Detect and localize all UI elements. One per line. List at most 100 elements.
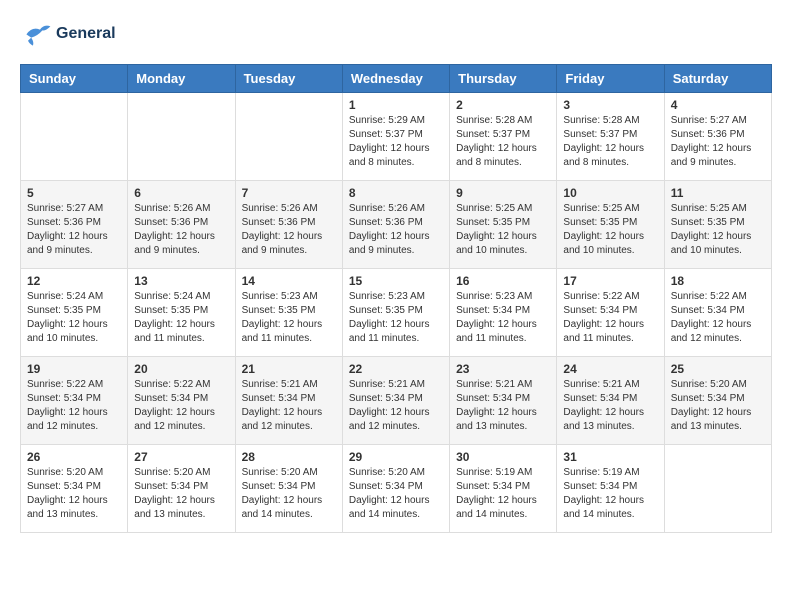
day-number: 4 [671,98,765,112]
day-info: Sunrise: 5:21 AM Sunset: 5:34 PM Dayligh… [242,378,336,434]
day-number: 2 [456,98,550,112]
day-info: Sunrise: 5:19 AM Sunset: 5:34 PM Dayligh… [456,466,550,522]
calendar-day-28: 28Sunrise: 5:20 AM Sunset: 5:34 PM Dayli… [235,445,342,533]
calendar-day-25: 25 Sunrise: 5:20 AM Sunset: 5:34 PM Dayli… [664,357,771,445]
calendar-day-4: 4 Sunrise: 5:27 AM Sunset: 5:36 PM Daylig… [664,93,771,181]
calendar-day-27: 27 Sunrise: 5:20 AM Sunset: 5:34 PM Dayli… [128,445,235,533]
day-info: Sunrise: 5:25 AM Sunset: 5:35 PM Dayligh… [456,202,550,258]
calendar-header: SundayMondayTuesdayWednesdayThursdayFrid… [21,65,772,93]
day-number: 9 [456,186,550,200]
calendar-week-row: 1 Sunrise: 5:29 AM Sunset: 5:37 PM Daylig… [21,93,772,181]
weekday-header-thursday: Thursday [450,65,557,93]
calendar-day-22: 22 Sunrise: 5:21 AM Sunset: 5:34 PM Dayli… [342,357,449,445]
day-info: Sunrise: 5:29 AM Sunset: 5:37 PM Dayligh… [349,114,443,170]
day-number: 6 [134,186,228,200]
day-number: 12 [27,274,121,288]
calendar-day-3: 3Sunrise: 5:28 AM Sunset: 5:37 PM Daylig… [557,93,664,181]
day-number: 7 [242,186,336,200]
calendar-day-7: 7 Sunrise: 5:26 AM Sunset: 5:36 PM Daylig… [235,181,342,269]
calendar-table: SundayMondayTuesdayWednesdayThursdayFrid… [20,64,772,533]
day-info: Sunrise: 5:26 AM Sunset: 5:36 PM Dayligh… [349,202,443,258]
calendar-day-2: 2 Sunrise: 5:28 AM Sunset: 5:37 PM Daylig… [450,93,557,181]
day-number: 8 [349,186,443,200]
day-info: Sunrise: 5:20 AM Sunset: 5:34 PM Dayligh… [671,378,765,434]
day-number: 11 [671,186,765,200]
page-header: General [20,20,772,48]
day-number: 17 [563,274,657,288]
day-info: Sunrise: 5:25 AM Sunset: 5:35 PM Dayligh… [671,202,765,258]
day-number: 16 [456,274,550,288]
calendar-body: 1 Sunrise: 5:29 AM Sunset: 5:37 PM Daylig… [21,93,772,533]
day-number: 1 [349,98,443,112]
day-number: 27 [134,450,228,464]
calendar-day-6: 6 Sunrise: 5:26 AM Sunset: 5:36 PM Daylig… [128,181,235,269]
weekday-header-monday: Monday [128,65,235,93]
calendar-day-19: 19 Sunrise: 5:22 AM Sunset: 5:34 PM Dayli… [21,357,128,445]
calendar-day-14: 14Sunrise: 5:23 AM Sunset: 5:35 PM Dayli… [235,269,342,357]
day-info: Sunrise: 5:20 AM Sunset: 5:34 PM Dayligh… [134,466,228,522]
day-info: Sunrise: 5:27 AM Sunset: 5:36 PM Dayligh… [671,114,765,170]
day-info: Sunrise: 5:25 AM Sunset: 5:35 PM Dayligh… [563,202,657,258]
calendar-day-8: 8 Sunrise: 5:26 AM Sunset: 5:36 PM Daylig… [342,181,449,269]
day-info: Sunrise: 5:28 AM Sunset: 5:37 PM Dayligh… [456,114,550,170]
calendar-week-row: 12 Sunrise: 5:24 AM Sunset: 5:35 PM Dayli… [21,269,772,357]
day-number: 21 [242,362,336,376]
day-number: 30 [456,450,550,464]
weekday-header-saturday: Saturday [664,65,771,93]
day-number: 24 [563,362,657,376]
day-info: Sunrise: 5:20 AM Sunset: 5:34 PM Dayligh… [349,466,443,522]
day-number: 10 [563,186,657,200]
day-info: Sunrise: 5:24 AM Sunset: 5:35 PM Dayligh… [134,290,228,346]
day-info: Sunrise: 5:26 AM Sunset: 5:36 PM Dayligh… [242,202,336,258]
calendar-week-row: 19 Sunrise: 5:22 AM Sunset: 5:34 PM Dayli… [21,357,772,445]
day-number: 31 [563,450,657,464]
calendar-day-13: 13 Sunrise: 5:24 AM Sunset: 5:35 PM Dayli… [128,269,235,357]
weekday-header-tuesday: Tuesday [235,65,342,93]
day-info: Sunrise: 5:21 AM Sunset: 5:34 PM Dayligh… [456,378,550,434]
calendar-empty-cell [235,93,342,181]
day-info: Sunrise: 5:22 AM Sunset: 5:34 PM Dayligh… [27,378,121,434]
calendar-day-9: 9 Sunrise: 5:25 AM Sunset: 5:35 PM Daylig… [450,181,557,269]
calendar-day-18: 18 Sunrise: 5:22 AM Sunset: 5:34 PM Dayli… [664,269,771,357]
day-info: Sunrise: 5:23 AM Sunset: 5:35 PM Dayligh… [349,290,443,346]
day-number: 20 [134,362,228,376]
calendar-day-21: 21 Sunrise: 5:21 AM Sunset: 5:34 PM Dayli… [235,357,342,445]
day-info: Sunrise: 5:27 AM Sunset: 5:36 PM Dayligh… [27,202,121,258]
day-info: Sunrise: 5:22 AM Sunset: 5:34 PM Dayligh… [134,378,228,434]
weekday-header-row: SundayMondayTuesdayWednesdayThursdayFrid… [21,65,772,93]
logo-text: General [56,24,116,43]
calendar-day-23: 23Sunrise: 5:21 AM Sunset: 5:34 PM Dayli… [450,357,557,445]
calendar-day-26: 26 Sunrise: 5:20 AM Sunset: 5:34 PM Dayli… [21,445,128,533]
day-number: 19 [27,362,121,376]
weekday-header-friday: Friday [557,65,664,93]
day-number: 25 [671,362,765,376]
calendar-empty-cell [21,93,128,181]
calendar-empty-cell [128,93,235,181]
day-info: Sunrise: 5:20 AM Sunset: 5:34 PM Dayligh… [27,466,121,522]
day-info: Sunrise: 5:21 AM Sunset: 5:34 PM Dayligh… [349,378,443,434]
calendar-week-row: 5Sunrise: 5:27 AM Sunset: 5:36 PM Daylig… [21,181,772,269]
day-number: 14 [242,274,336,288]
day-number: 18 [671,274,765,288]
day-info: Sunrise: 5:24 AM Sunset: 5:35 PM Dayligh… [27,290,121,346]
day-info: Sunrise: 5:26 AM Sunset: 5:36 PM Dayligh… [134,202,228,258]
day-number: 29 [349,450,443,464]
weekday-header-sunday: Sunday [21,65,128,93]
day-number: 26 [27,450,121,464]
calendar-day-16: 16Sunrise: 5:23 AM Sunset: 5:34 PM Dayli… [450,269,557,357]
day-info: Sunrise: 5:22 AM Sunset: 5:34 PM Dayligh… [671,290,765,346]
calendar-day-20: 20 Sunrise: 5:22 AM Sunset: 5:34 PM Dayli… [128,357,235,445]
calendar-day-24: 24 Sunrise: 5:21 AM Sunset: 5:34 PM Dayli… [557,357,664,445]
day-number: 13 [134,274,228,288]
day-number: 15 [349,274,443,288]
day-number: 28 [242,450,336,464]
weekday-header-wednesday: Wednesday [342,65,449,93]
logo-icon [20,20,52,48]
logo: General [20,20,116,48]
calendar-empty-cell [664,445,771,533]
day-number: 22 [349,362,443,376]
calendar-day-15: 15 Sunrise: 5:23 AM Sunset: 5:35 PM Dayli… [342,269,449,357]
calendar-day-10: 10 Sunrise: 5:25 AM Sunset: 5:35 PM Dayli… [557,181,664,269]
calendar-day-17: 17Sunrise: 5:22 AM Sunset: 5:34 PM Dayli… [557,269,664,357]
day-info: Sunrise: 5:21 AM Sunset: 5:34 PM Dayligh… [563,378,657,434]
